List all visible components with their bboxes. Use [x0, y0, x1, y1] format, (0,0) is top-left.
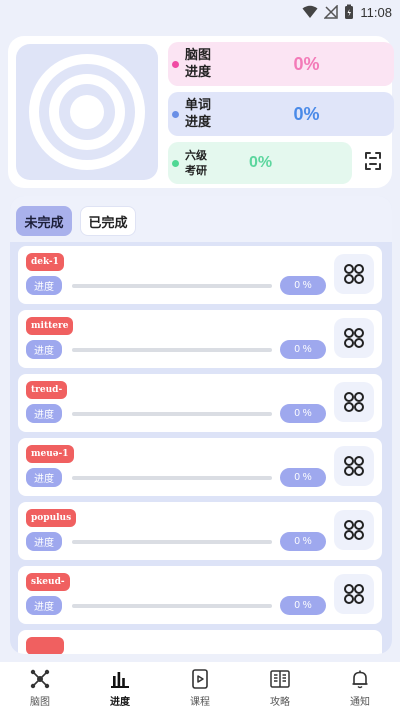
switch-icon[interactable] [360, 148, 386, 174]
nav-progress[interactable]: 进度 [80, 662, 160, 711]
root-tag: dek-1 [26, 253, 64, 271]
nav-notify[interactable]: 通知 [320, 662, 400, 711]
grid-icon[interactable] [334, 382, 374, 422]
list-item[interactable]: meuə-1 进度 0 % [18, 438, 382, 496]
mindmap-progress-value: 0% [293, 53, 320, 74]
progress-button[interactable]: 进度 [26, 596, 62, 615]
grid-icon[interactable] [334, 446, 374, 486]
no-signal-icon [324, 5, 339, 19]
mindmap-progress-row: 脑图进度 0% [168, 42, 394, 86]
root-tag: treud- [26, 381, 68, 399]
book-icon [269, 668, 291, 690]
progress-button[interactable]: 进度 [26, 468, 62, 487]
nav-label: 通知 [350, 697, 370, 708]
progress-button[interactable]: 进度 [26, 340, 62, 359]
six-level-progress-label: 六级考研 [185, 149, 207, 177]
nav-label: 攻略 [270, 697, 290, 708]
clock: 11:08 [360, 4, 392, 20]
words-progress-row: 单词进度 0% [168, 92, 394, 136]
root-tag: skeud- [26, 573, 70, 591]
grid-icon[interactable] [334, 510, 374, 550]
target-icon [16, 44, 158, 180]
words-dot [172, 110, 179, 118]
bottom-nav: 脑图 进度 课程 攻略 通知 [0, 662, 400, 711]
progress-bar [72, 540, 272, 544]
list-item[interactable]: mittere 进度 0 % [18, 310, 382, 368]
root-tag-partial [26, 637, 64, 654]
progress-bar [72, 604, 272, 608]
words-progress-value: 0% [293, 103, 320, 124]
status-bar: 11:08 [0, 0, 400, 24]
bell-icon [349, 668, 371, 690]
wifi-icon [302, 5, 318, 18]
progress-percent: 0 % [280, 276, 326, 295]
nav-guide[interactable]: 攻略 [240, 662, 320, 711]
grid-icon[interactable] [334, 574, 374, 614]
tab-incomplete[interactable]: 未完成 [16, 206, 72, 236]
grid-icon[interactable] [334, 254, 374, 294]
progress-percent: 0 % [280, 340, 326, 359]
root-tag: meuə-1 [26, 445, 74, 463]
progress-percent: 0 % [280, 532, 326, 551]
list-item[interactable]: treud- 进度 0 % [18, 374, 382, 432]
six-level-progress-value: 0% [249, 154, 273, 171]
list-item[interactable]: dek-1 进度 0 % [18, 246, 382, 304]
nav-label: 脑图 [30, 697, 50, 708]
list-item[interactable]: skeud- 进度 0 % [18, 566, 382, 624]
summary-card: 脑图进度 0% 单词进度 0% 六级考研 0% [8, 36, 394, 188]
progress-bar [72, 348, 272, 352]
mindmap-dot [172, 60, 179, 68]
root-tag: mittere [26, 317, 74, 335]
mindmap-icon [29, 668, 51, 690]
list-item-partial[interactable] [18, 630, 382, 654]
tab-bar: 未完成 已完成 [10, 196, 392, 242]
progress-button[interactable]: 进度 [26, 404, 62, 423]
root-tag: populus [26, 509, 77, 527]
nav-mindmap[interactable]: 脑图 [0, 662, 80, 711]
tab-complete[interactable]: 已完成 [80, 206, 136, 236]
progress-bar [72, 476, 272, 480]
progress-bar [72, 412, 272, 416]
video-icon [189, 668, 211, 690]
progress-percent: 0 % [280, 468, 326, 487]
progress-percent: 0 % [280, 404, 326, 423]
six-level-progress-row: 六级考研 0% [168, 142, 352, 184]
mindmap-progress-label: 脑图进度 [185, 48, 212, 80]
progress-button[interactable]: 进度 [26, 532, 62, 551]
six-level-dot [172, 159, 179, 167]
progress-button[interactable]: 进度 [26, 276, 62, 295]
progress-bar [72, 284, 272, 288]
nav-label: 课程 [190, 697, 210, 708]
list-item[interactable]: populus 进度 0 % [18, 502, 382, 560]
nav-label: 进度 [110, 697, 130, 708]
bar-chart-icon [109, 668, 131, 690]
battery-icon [345, 4, 354, 19]
progress-percent: 0 % [280, 596, 326, 615]
progress-list-panel: 未完成 已完成 dek-1 进度 0 % mittere 进度 0 % treu… [10, 196, 392, 654]
nav-course[interactable]: 课程 [160, 662, 240, 711]
grid-icon[interactable] [334, 318, 374, 358]
words-progress-label: 单词进度 [185, 98, 212, 130]
